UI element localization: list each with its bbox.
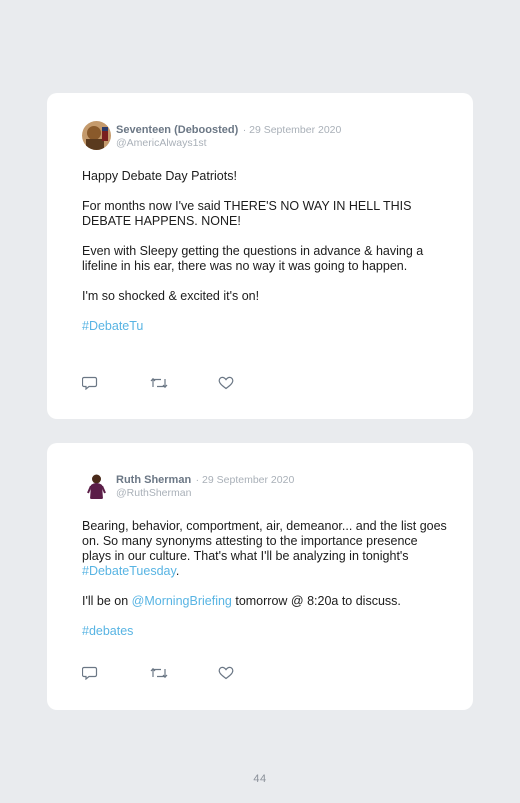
tweet-paragraph: Even with Sleepy getting the questions i… [82, 244, 424, 273]
hashtag-link[interactable]: #debates [82, 624, 133, 638]
reply-icon[interactable] [82, 376, 150, 390]
tweet-date: · 29 September 2020 [195, 473, 295, 486]
tweet-text-segment: I'll be on [82, 594, 132, 608]
tweet-card: Seventeen (Deboosted) · 29 September 202… [47, 93, 473, 419]
author-handle[interactable]: @AmericAlways1st [116, 137, 341, 150]
tweet-actions [82, 666, 286, 680]
tweet-text-segment: tomorrow @ 8:20a to discuss. [231, 594, 401, 608]
author-name[interactable]: Ruth Sherman [116, 474, 191, 486]
retweet-icon[interactable] [150, 666, 218, 680]
page-number: 44 [253, 773, 267, 785]
like-icon[interactable] [218, 376, 286, 390]
retweet-icon[interactable] [150, 376, 218, 390]
tweet-actions [82, 376, 286, 390]
reply-icon[interactable] [82, 666, 150, 680]
tweet-text: Happy Debate Day Patriots! For months no… [82, 169, 447, 349]
tweet-paragraph: Happy Debate Day Patriots! [82, 169, 237, 183]
tweet-header: Ruth Sherman · 29 September 2020 @RuthSh… [82, 471, 294, 500]
like-icon[interactable] [218, 666, 286, 680]
author-name[interactable]: Seventeen (Deboosted) [116, 124, 238, 136]
avatar[interactable] [82, 471, 111, 500]
hashtag-link[interactable]: #DebateTu [82, 319, 143, 333]
tweet-paragraph: I'm so shocked & excited it's on! [82, 289, 260, 303]
hashtag-link[interactable]: #DebateTuesday [82, 564, 176, 578]
tweet-text-segment: . [175, 564, 180, 578]
tweet-header: Seventeen (Deboosted) · 29 September 202… [82, 121, 341, 150]
tweet-card: Ruth Sherman · 29 September 2020 @RuthSh… [47, 443, 473, 710]
tweet-paragraph: For months now I've said THERE'S NO WAY … [82, 199, 412, 228]
mention-link[interactable]: @MorningBriefing [132, 594, 232, 608]
tweet-paragraph: Bearing, behavior, comportment, air, dem… [82, 519, 447, 579]
tweet-text: Bearing, behavior, comportment, air, dem… [82, 519, 447, 654]
tweet-text-segment: Bearing, behavior, comportment, air, dem… [82, 519, 447, 563]
avatar[interactable] [82, 121, 111, 150]
tweet-date: · 29 September 2020 [242, 123, 342, 136]
author-handle[interactable]: @RuthSherman [116, 487, 294, 500]
tweet-paragraph: I'll be on @MorningBriefing tomorrow @ 8… [82, 594, 447, 609]
